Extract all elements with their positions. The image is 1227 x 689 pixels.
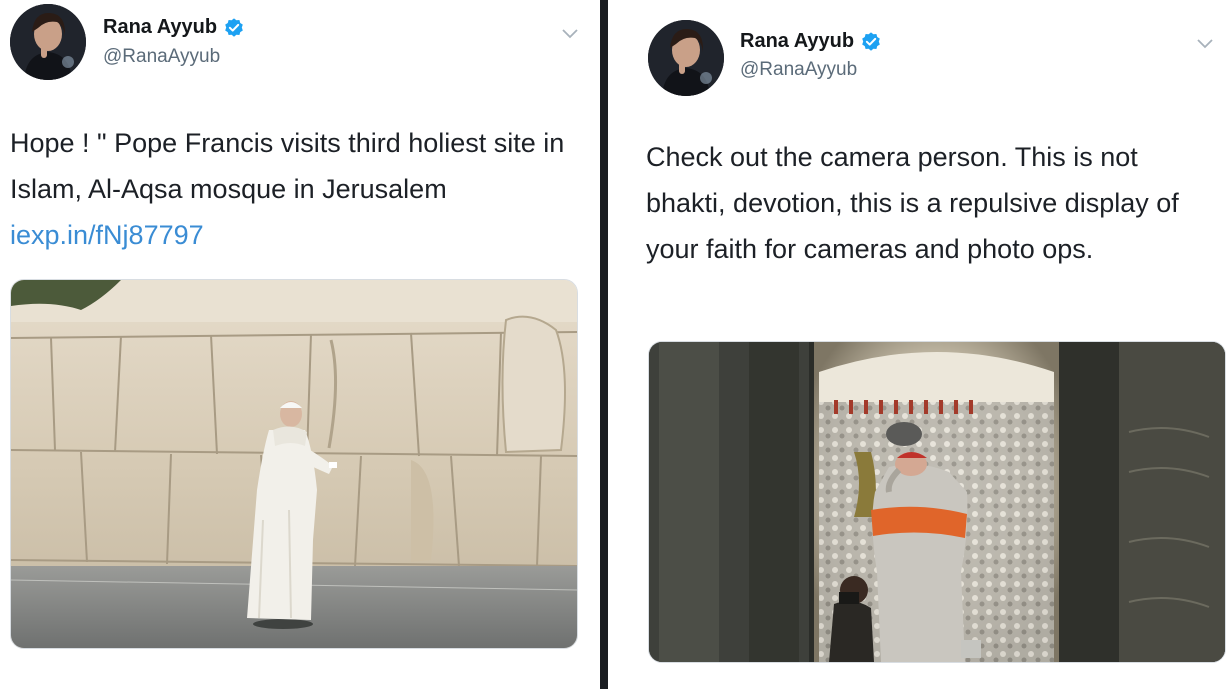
verified-badge-icon — [225, 17, 243, 37]
chevron-down-icon[interactable] — [561, 28, 579, 40]
tweet-body: Check out the camera person. This is not… — [646, 142, 1179, 264]
western-wall-photo — [11, 280, 577, 648]
avatar[interactable] — [10, 4, 86, 80]
handle[interactable]: @RanaAyyub — [103, 46, 220, 68]
handle[interactable]: @RanaAyyub — [740, 59, 857, 81]
tweet-text: Check out the camera person. This is not… — [646, 134, 1216, 272]
tweet-card-left[interactable]: Rana Ayyub @RanaAyyub Hope ! " Pope Fran… — [0, 0, 600, 689]
verified-badge-icon — [862, 31, 880, 51]
chevron-down-icon[interactable] — [1196, 38, 1214, 50]
tweet-media-image[interactable] — [10, 279, 578, 649]
avatar[interactable] — [648, 20, 724, 96]
tweet-text: Hope ! " Pope Francis visits third holie… — [10, 120, 570, 258]
avatar-image — [10, 4, 86, 80]
display-name[interactable]: Rana Ayyub — [103, 16, 217, 39]
tweet-card-right[interactable]: Rana Ayyub @RanaAyyub Check out the came… — [608, 0, 1227, 689]
tweet-link[interactable]: iexp.in/fNj87797 — [10, 220, 204, 250]
tweet-media-image[interactable] — [648, 341, 1226, 663]
image-divider — [600, 0, 608, 689]
avatar-image — [648, 20, 724, 96]
tweet-body: Hope ! " Pope Francis visits third holie… — [10, 128, 565, 204]
shrine-photo — [649, 342, 1225, 662]
display-name[interactable]: Rana Ayyub — [740, 30, 854, 53]
